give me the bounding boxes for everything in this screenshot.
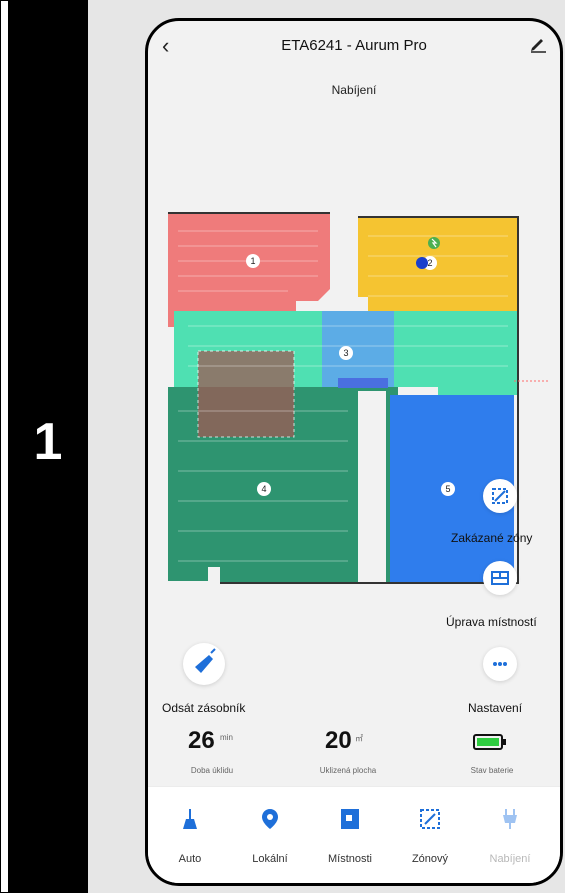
charging-plug-icon: [503, 809, 517, 829]
room-3: [322, 311, 394, 387]
app-header: ‹ ETA6241 - Aurum Pro: [148, 21, 560, 81]
svg-text:5: 5: [445, 484, 450, 494]
forbidden-zones-label: Zakázané zóny: [451, 531, 533, 545]
svg-text:4: 4: [261, 484, 266, 494]
cleaned-area-value: 20: [325, 727, 352, 754]
settings-button[interactable]: [483, 647, 517, 681]
more-dots-icon: [493, 662, 507, 666]
battery-label: Stav baterie: [470, 766, 514, 775]
empty-bin-button[interactable]: [183, 643, 225, 685]
zone-icon: [420, 809, 440, 829]
room-label-5: 5: [441, 482, 455, 496]
svg-text:1: 1: [250, 256, 255, 266]
cleaned-area-unit: ㎡: [355, 734, 363, 743]
settings-label: Nastavení: [468, 701, 523, 715]
room-1: [168, 213, 330, 327]
tab-label: Nabíjení: [489, 853, 531, 865]
edit-pencil-icon[interactable]: [528, 33, 548, 53]
tab-auto[interactable]: Auto: [150, 787, 230, 883]
svg-text:3: 3: [343, 348, 348, 358]
tab-label: Auto: [178, 853, 202, 865]
room-edit-label: Úprava místností: [446, 615, 537, 629]
tab-zone[interactable]: Zónový: [390, 787, 470, 883]
room-edit-icon: [491, 571, 509, 585]
tab-charging[interactable]: Nabíjení: [470, 787, 550, 883]
room-icon: [341, 809, 359, 829]
forbidden-zone-icon: [492, 488, 508, 504]
battery-icon: [473, 734, 506, 750]
tab-label: Místnosti: [327, 853, 372, 865]
bottom-tab-bar: Auto Lokální Místnosti Zónový Nabíjení: [148, 786, 560, 883]
room-label-1: 1: [246, 254, 260, 268]
room-label-3: 3: [339, 346, 353, 360]
broom-icon: [183, 809, 197, 829]
forbidden-zone: [197, 350, 295, 438]
cleaning-time-label: Doba úklidu: [190, 766, 234, 775]
tab-local[interactable]: Lokální: [230, 787, 310, 883]
room-3-door: [338, 378, 388, 388]
tab-rooms[interactable]: Místnosti: [310, 787, 390, 883]
tab-label: Lokální: [252, 853, 288, 865]
forbidden-zones-button[interactable]: [483, 479, 517, 513]
status-text: Nabíjení: [331, 83, 377, 97]
step-number: 1: [33, 413, 63, 471]
wall-gap: [358, 391, 386, 583]
tab-label: Zónový: [411, 853, 449, 865]
room-2: [358, 217, 518, 311]
empty-bin-label: Odsát zásobník: [162, 701, 246, 715]
svg-text:2: 2: [427, 258, 432, 268]
room-edit-button[interactable]: [483, 561, 517, 595]
cleaning-time-value: 26: [188, 727, 215, 754]
empty-bin-icon: [195, 648, 216, 673]
cleaned-area-label: Uklizená plocha: [319, 766, 377, 775]
location-pin-icon: [262, 809, 278, 829]
cleaning-time-unit: min: [220, 733, 233, 742]
device-title: ETA6241 - Aurum Pro: [281, 37, 427, 54]
robot-icon: [416, 257, 428, 269]
phone-screen: ‹ ETA6241 - Aurum Pro Nabíjení 1 2 3 4 5…: [145, 18, 563, 886]
room-label-4: 4: [257, 482, 271, 496]
